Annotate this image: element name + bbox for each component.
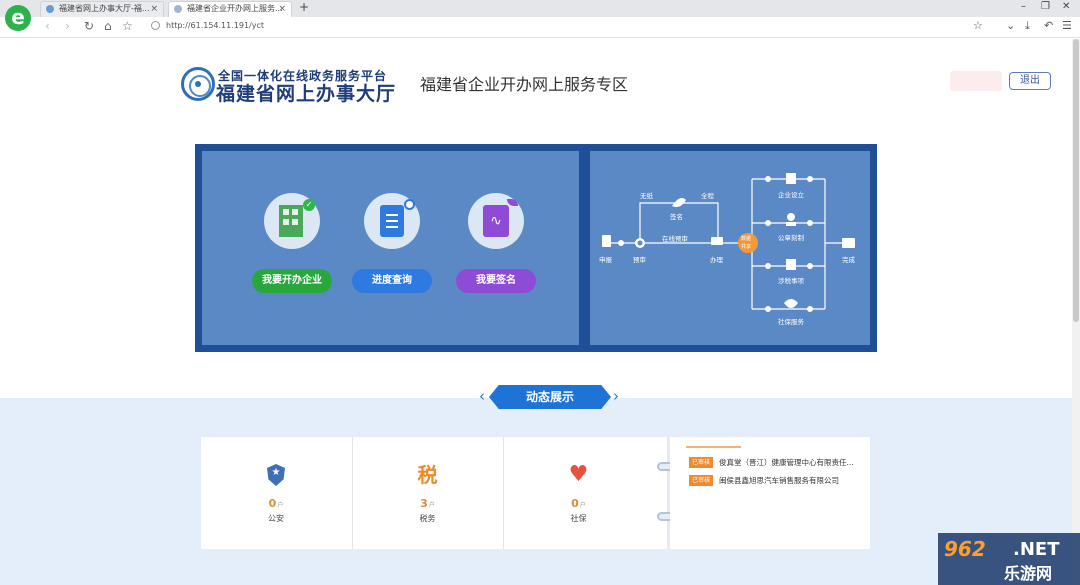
stat-tax[interactable]: 税 3户 税务 [352,437,502,549]
binder-divider [667,437,669,549]
scrollbar-thumb[interactable] [1073,39,1079,322]
tablet-signature-icon: ∿ [468,193,524,249]
flow-label-paperless: 无纸 [640,192,653,200]
notice-divider [686,446,741,448]
site-watermark: 962 .NET 乐游网 [938,533,1080,585]
stat-value: 0户 [571,497,586,510]
page-title: 福建省企业开办网上服务专区 [420,75,629,94]
open-business-button[interactable]: 我要开办企业 [252,269,332,293]
home-icon[interactable]: ⌂ [104,19,112,33]
tab-close-icon[interactable]: × [150,2,158,16]
flow-label-all-process: 全程 [701,192,714,200]
signature-feature[interactable]: ∿ 我要签名 [451,193,541,293]
download-icon[interactable]: ⤓ [1025,19,1030,33]
logo-title[interactable]: 福建省网上办事大厅 [216,79,396,106]
browser-logo-icon[interactable]: e [5,5,31,31]
watermark-name: 乐游网 [1004,564,1053,583]
stats-card: 0户 公安 税 3户 税务 ♥ 0户 社保 [201,437,667,549]
notice-item[interactable]: 已审核 闽侯县鑫旭思汽车销售服务有限公司 [689,474,865,487]
favorite-star-icon[interactable]: ☆ [973,19,983,32]
minimize-icon[interactable]: – [1021,1,1026,12]
quick-actions-panel: ✓ 我要开办企业 进度查询 ∿ 我要签名 [202,151,579,345]
flow-branch-social: 社保服务 [778,318,804,326]
site-info-icon[interactable] [151,21,160,30]
flow-branch-tax: 涉税事项 [778,277,804,285]
stat-label: 社保 [570,514,587,523]
logout-button[interactable]: 退出 [1009,72,1051,90]
stat-value: 0户 [268,497,284,510]
tab-close-icon[interactable]: × [278,2,286,16]
flow-step-handle: 办理 [710,256,723,264]
tax-icon: 税 [417,463,438,487]
emblem-logo-icon [181,67,215,101]
status-badge: 已审核 [689,475,713,486]
stat-value: 3户 [420,497,435,510]
flow-branch-establish: 企业设立 [778,191,804,199]
flow-step-sign: 签名 [670,213,683,221]
social-care-icon: ♥ [568,462,589,487]
process-flow-diagram: 申报 预审 无纸 全程 签名 在线预审 办理 数据 共享 企业设立 公章刻制 涉… [590,151,870,345]
browser-toolbar: ‹ › ↻ ⌂ ☆ http://61.154.11.191/yct ☆ ⌄ ⤓… [0,17,1080,38]
user-name-badge[interactable] [950,71,1002,91]
new-tab-icon[interactable]: + [299,0,309,14]
progress-query-button[interactable]: 进度查询 [352,269,432,293]
progress-query-feature[interactable]: 进度查询 [347,193,437,293]
bookmark-star-icon[interactable]: ☆ [122,19,133,33]
stat-social[interactable]: ♥ 0户 社保 [503,437,653,549]
tab-label: 福建省企业开办网上服务... [187,4,283,13]
notice-item[interactable]: 已审核 俊真堂（晋江）健康管理中心有限责任... [689,456,865,469]
notice-text[interactable]: 俊真堂（晋江）健康管理中心有限责任... [719,456,863,469]
undo-icon[interactable]: ↶ [1044,19,1053,32]
police-badge-icon [263,462,289,488]
notice-list: 已审核 俊真堂（晋江）健康管理中心有限责任... 已审核 闽侯县鑫旭思汽车销售服务有… [670,437,870,549]
browser-tab-2[interactable]: 福建省企业开办网上服务... × [168,1,292,17]
watermark-suffix: .NET [1013,539,1060,560]
service-banner: ✓ 我要开办企业 进度查询 ∿ 我要签名 申报 预审 无纸 全程 签名 在线预审… [195,144,877,352]
menu-icon[interactable]: ☰ [1062,19,1072,32]
flow-label-online-review: 在线预审 [662,235,688,243]
stat-label: 公安 [268,514,284,523]
document-search-icon [364,193,420,249]
building-check-icon: ✓ [264,193,320,249]
address-bar[interactable]: http://61.154.11.191/yct [144,19,994,35]
tab-label: 福建省网上办事大厅-福... [59,4,150,13]
prev-arrow-icon[interactable]: ‹ [479,387,485,405]
watermark-number: 962 [944,537,986,561]
flow-step-review: 预审 [633,256,646,264]
browser-tab-1[interactable]: 福建省网上办事大厅-福... × [40,1,164,17]
back-icon[interactable]: ‹ [45,19,50,33]
flow-step-apply: 申报 [599,256,612,264]
tab-favicon-icon [174,5,182,13]
notice-text[interactable]: 闽侯县鑫旭思汽车销售服务有限公司 [719,474,863,487]
browser-tab-bar: 福建省网上办事大厅-福... × 福建省企业开办网上服务... × + – ❐ … [0,0,1080,17]
flow-center-bottom: 共享 [741,244,752,250]
close-window-icon[interactable]: ✕ [1062,1,1070,12]
reload-icon[interactable]: ↻ [84,19,94,33]
section-title: 动态展示 [489,385,611,409]
next-arrow-icon[interactable]: › [613,387,619,405]
chevron-down-icon[interactable]: ⌄ [1006,19,1015,32]
forward-icon[interactable]: › [65,19,70,33]
status-badge: 已审核 [689,457,713,468]
restore-icon[interactable]: ❐ [1041,1,1050,12]
open-business-feature[interactable]: ✓ 我要开办企业 [247,193,337,293]
address-text[interactable]: http://61.154.11.191/yct [166,21,264,30]
flow-lines [602,173,855,312]
stat-police[interactable]: 0户 公安 [201,437,351,549]
signature-button[interactable]: 我要签名 [456,269,536,293]
flow-step-finish: 完成 [842,256,855,264]
flow-center-top: 数据 [741,236,752,242]
stat-label: 税务 [419,514,436,523]
flow-branch-seal: 公章刻制 [778,234,804,242]
tab-favicon-icon [46,5,54,13]
